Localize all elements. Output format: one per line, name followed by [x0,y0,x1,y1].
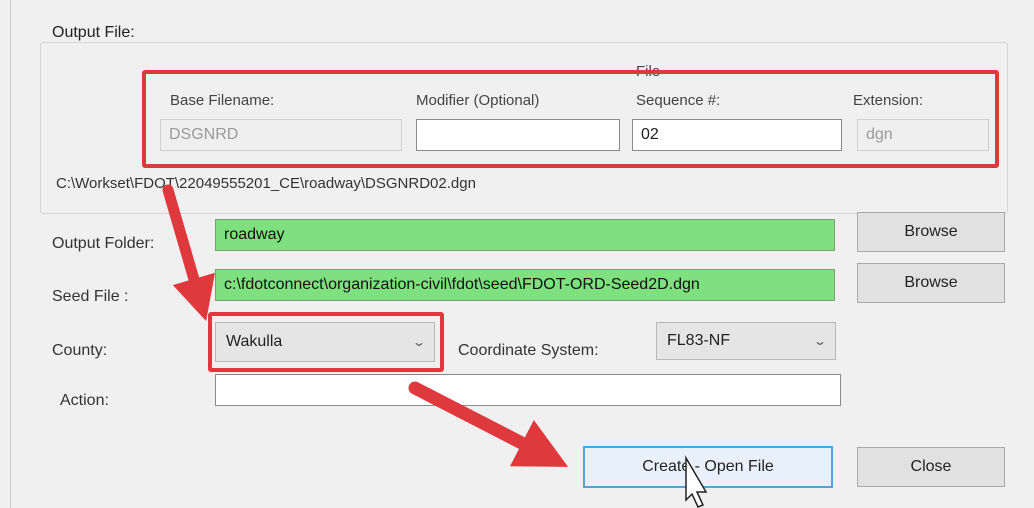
action-label: Action: [60,392,109,409]
county-value: Wakulla [226,333,283,350]
coordinate-system-label: Coordinate System: [458,342,599,359]
sequence-field[interactable]: 02 [632,119,842,151]
modifier-field[interactable] [416,119,620,151]
coordinate-system-value: FL83-NF [667,332,731,349]
window-left-edge [10,0,11,508]
modifier-label: Modifier (Optional) [416,92,540,109]
output-folder-field[interactable]: roadway [215,219,835,251]
create-open-file-button[interactable]: Create - Open File [583,446,833,488]
action-field[interactable] [215,374,841,406]
close-button[interactable]: Close [857,447,1005,487]
county-label: County: [52,342,108,359]
output-folder-label: Output Folder: [52,235,155,252]
sequence-label-line1: File [636,63,661,80]
output-folder-browse-button[interactable]: Browse [857,212,1005,252]
chevron-down-icon: ⌄ [411,335,427,349]
base-filename-field[interactable]: DSGNRD [160,119,402,151]
seed-file-browse-button[interactable]: Browse [857,263,1005,303]
coordinate-system-dropdown[interactable]: FL83-NF ⌄ [656,322,836,360]
sequence-label-line2: Sequence #: [636,92,721,109]
county-dropdown[interactable]: Wakulla ⌄ [215,322,435,362]
extension-label: Extension: [853,92,924,109]
output-full-path: C:\Workset\FDOT\22049555201_CE\roadway\D… [56,175,476,192]
base-filename-label: Base Filename: [170,92,275,109]
seed-file-label: Seed File : [52,288,129,305]
seed-file-field[interactable]: c:\fdotconnect\organization-civil\fdot\s… [215,269,835,301]
chevron-down-icon: ⌄ [812,334,828,348]
extension-field[interactable]: dgn [857,119,989,151]
output-file-legend: Output File: [48,24,139,42]
create-file-dialog: Output File: Base Filename: Modifier (Op… [0,0,1034,508]
